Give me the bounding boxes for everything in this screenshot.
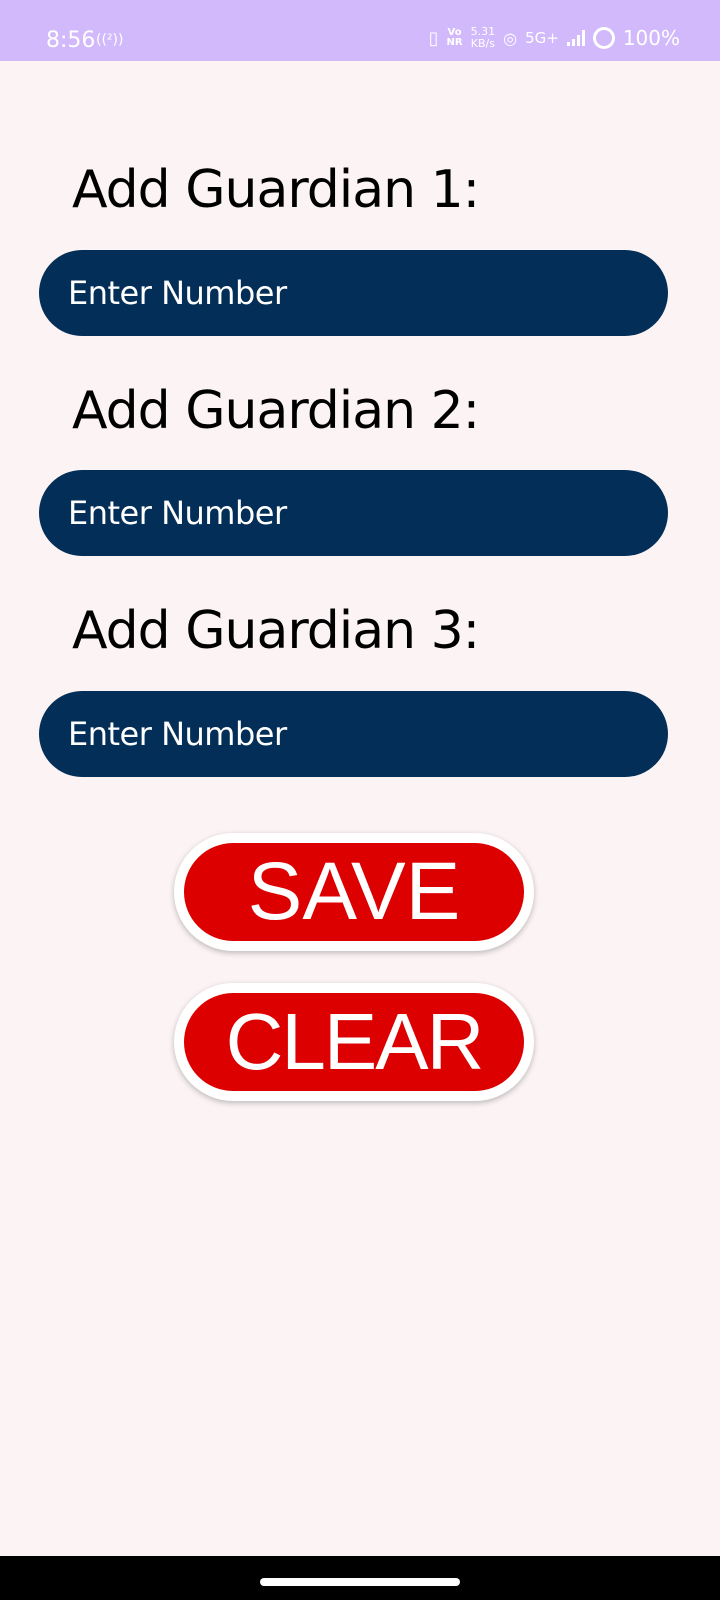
- network-speed: 5.31 KB/s: [471, 26, 496, 50]
- status-icons: ▯ Vo NR 5.31 KB/s ◎ 5G+ 100%: [429, 22, 680, 54]
- status-bar: 8:56 ((²)) ▯ Vo NR 5.31 KB/s ◎ 5G+ 100%: [0, 0, 720, 61]
- battery-percent: 100%: [622, 26, 680, 50]
- clear-button[interactable]: CLEAR: [184, 993, 524, 1091]
- guardian-3-number-input[interactable]: [39, 691, 668, 777]
- guardian-1-label: Add Guardian 1:: [72, 160, 480, 220]
- save-button[interactable]: SAVE: [184, 843, 524, 941]
- speed-unit: KB/s: [470, 37, 495, 50]
- vibrate-icon: ▯: [428, 27, 439, 49]
- home-gesture-pill[interactable]: [260, 1578, 460, 1586]
- status-time: 8:56: [46, 28, 96, 53]
- clear-button-frame: CLEAR: [174, 983, 534, 1101]
- hotspot-signal-icon: ◎: [503, 28, 518, 48]
- network-type: 5G+: [525, 29, 559, 47]
- guardian-1-number-input[interactable]: [39, 250, 668, 336]
- vonr-indicator: Vo NR: [447, 28, 463, 48]
- guardian-3-label: Add Guardian 3:: [72, 601, 480, 661]
- navigation-bar: [0, 1556, 720, 1600]
- save-button-frame: SAVE: [174, 833, 534, 951]
- vonr-bottom: NR: [446, 37, 463, 48]
- guardian-2-number-input[interactable]: [39, 470, 668, 556]
- hotspot-icon: ((²)): [96, 32, 124, 48]
- battery-icon: [592, 27, 615, 49]
- guardian-2-label: Add Guardian 2:: [72, 381, 480, 441]
- signal-strength-icon: [566, 30, 585, 46]
